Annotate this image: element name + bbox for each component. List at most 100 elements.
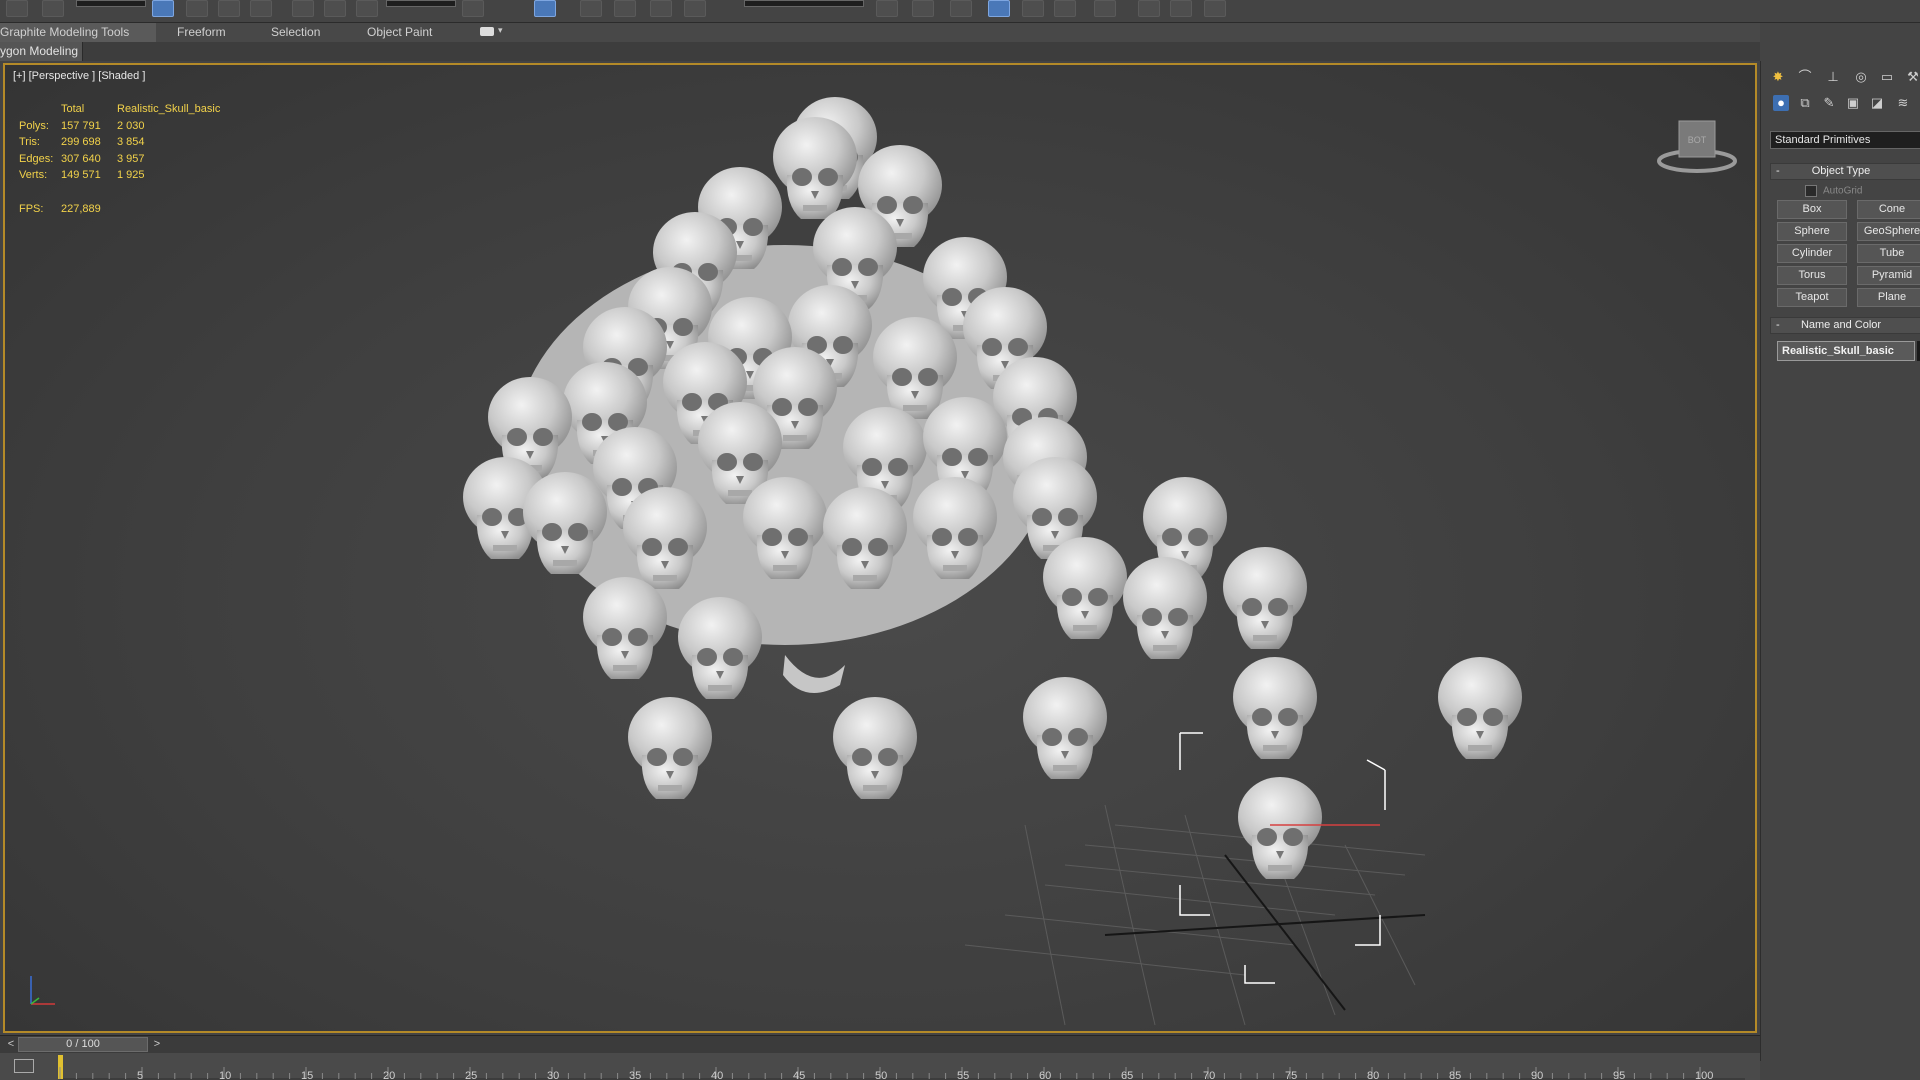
ruler-tick-label: 90 [1531, 1070, 1543, 1080]
pivot-icon[interactable] [462, 0, 484, 17]
hierarchy-tab-icon[interactable]: ⊥ [1825, 69, 1841, 85]
time-next-button[interactable]: > [150, 1036, 164, 1053]
ruler-tick-label: 50 [875, 1070, 887, 1080]
command-panel-tabs: ✸ ⌒ ⊥ ◎ ▭ ⚒ [1761, 65, 1920, 89]
ruler-tick-label: 75 [1285, 1070, 1297, 1080]
rect-region-icon[interactable] [218, 0, 240, 17]
tab-object-paint[interactable]: Object Paint [367, 23, 432, 42]
time-prev-button[interactable]: < [4, 1036, 18, 1053]
chevron-down-icon[interactable]: ▾ [498, 25, 503, 36]
move-icon[interactable] [292, 0, 314, 17]
scene-render[interactable] [5, 65, 1755, 1031]
plane-button[interactable]: Plane [1857, 288, 1920, 307]
ruler-tick-label: 25 [465, 1070, 477, 1080]
ruler-tick-label: 60 [1039, 1070, 1051, 1080]
tab-selection[interactable]: Selection [271, 23, 320, 42]
sphere-button[interactable]: Sphere [1777, 222, 1847, 241]
percent-snap-icon[interactable] [650, 0, 672, 17]
lights-subtab-icon[interactable]: ✎ [1821, 95, 1837, 111]
create-subtabs: ● ⧉ ✎ ▣ ◪ ≋ [1761, 91, 1920, 115]
helpers-subtab-icon[interactable]: ◪ [1869, 95, 1885, 111]
undo-icon[interactable] [6, 0, 28, 17]
ruler-tick-label: 65 [1121, 1070, 1133, 1080]
motion-tab-icon[interactable]: ◎ [1853, 69, 1869, 85]
object-type-rollout[interactable]: - Object Type [1770, 163, 1920, 180]
manipulate-icon[interactable] [534, 0, 556, 17]
checkbox-icon [1805, 185, 1817, 197]
layer-icon[interactable] [950, 0, 972, 17]
geometry-subtab-icon[interactable]: ● [1773, 95, 1789, 111]
polygon-modeling-panel-label[interactable]: ygon Modeling [0, 42, 84, 61]
torus-button[interactable]: Torus [1777, 266, 1847, 285]
spacewarps-subtab-icon[interactable]: ≋ [1895, 95, 1911, 111]
teapot-button[interactable]: Teapot [1777, 288, 1847, 307]
object-name-field[interactable]: Realistic_Skull_basic [1777, 341, 1915, 361]
ruler-tick-label: 15 [301, 1070, 313, 1080]
render-frame-icon[interactable] [1170, 0, 1192, 17]
track-bar[interactable]: 5 10 15 20 25 30 35 40 45 50 55 60 65 70 75 80 85 90 95 100 [0, 1053, 1760, 1080]
command-panel: ✸ ⌒ ⊥ ◎ ▭ ⚒ ● ⧉ ✎ ▣ ◪ ≋ Standard Primiti… [1760, 61, 1920, 1061]
name-and-color-rollout[interactable]: - Name and Color [1770, 317, 1920, 334]
selection-set-field[interactable] [76, 0, 146, 7]
loose-skulls [583, 577, 1522, 799]
pyramid-button[interactable]: Pyramid [1857, 266, 1920, 285]
window-crossing-icon[interactable] [250, 0, 272, 17]
tab-graphite-modeling-tools[interactable]: Graphite Modeling Tools [0, 23, 156, 42]
named-selection-dropdown[interactable] [744, 0, 864, 7]
graphite-toggle-icon[interactable] [988, 0, 1010, 17]
viewcube[interactable]: BOT [1657, 105, 1737, 175]
ribbon-panel-bar: ygon Modeling [0, 42, 1760, 61]
select-icon[interactable] [152, 0, 174, 17]
redo-icon[interactable] [42, 0, 64, 17]
name-and-color-title: Name and Color [1800, 319, 1882, 331]
ribbon-options-icon[interactable] [480, 27, 494, 36]
curve-editor-icon[interactable] [1022, 0, 1044, 17]
display-tab-icon[interactable]: ▭ [1879, 69, 1895, 85]
cone-button[interactable]: Cone [1857, 200, 1920, 219]
ruler-tick-label: 70 [1203, 1070, 1215, 1080]
ruler-tick-label: 95 [1613, 1070, 1625, 1080]
selected-skull [1179, 732, 1386, 984]
perspective-viewport[interactable]: [+] [Perspective ] [Shaded ] Total Reali… [3, 63, 1757, 1033]
schematic-icon[interactable] [1054, 0, 1076, 17]
ruler-tick-label: 100 [1695, 1070, 1713, 1080]
snap-icon[interactable] [580, 0, 602, 17]
object-type-title: Object Type [1811, 165, 1871, 177]
ruler-tick-label: 35 [629, 1070, 641, 1080]
box-button[interactable]: Box [1777, 200, 1847, 219]
mirror-icon[interactable] [876, 0, 898, 17]
spinner-snap-icon[interactable] [684, 0, 706, 17]
main-toolbar [0, 0, 1920, 23]
angle-snap-icon[interactable] [614, 0, 636, 17]
tab-freeform[interactable]: Freeform [177, 23, 226, 42]
axis-tripod [30, 976, 55, 1005]
create-tab-icon[interactable]: ✸ [1770, 69, 1786, 85]
geosphere-button[interactable]: GeoSphere [1857, 222, 1920, 241]
scale-icon[interactable] [356, 0, 378, 17]
shapes-subtab-icon[interactable]: ⧉ [1797, 95, 1813, 111]
select-by-name-icon[interactable] [186, 0, 208, 17]
reference-coord-dropdown[interactable] [386, 0, 456, 7]
render-setup-icon[interactable] [1138, 0, 1160, 17]
cylinder-button[interactable]: Cylinder [1777, 244, 1847, 263]
rotate-icon[interactable] [324, 0, 346, 17]
align-icon[interactable] [912, 0, 934, 17]
category-dropdown[interactable]: Standard Primitives [1770, 131, 1920, 149]
ruler-tick-label: 40 [711, 1070, 723, 1080]
material-editor-icon[interactable] [1094, 0, 1116, 17]
ruler-tick-label: 45 [793, 1070, 805, 1080]
ruler-tick-label: 5 [137, 1070, 143, 1080]
render-icon[interactable] [1204, 0, 1226, 17]
autogrid-label: AutoGrid [1823, 185, 1863, 197]
time-slider[interactable]: 0 / 100 [18, 1037, 148, 1052]
viewcube-face-label: BOT [1688, 135, 1707, 145]
cameras-subtab-icon[interactable]: ▣ [1845, 95, 1861, 111]
ruler-tick-label: 20 [383, 1070, 395, 1080]
ribbon: Graphite Modeling Tools Freeform Selecti… [0, 23, 1760, 42]
modify-tab-icon[interactable]: ⌒ [1797, 69, 1813, 85]
autogrid-checkbox[interactable]: AutoGrid [1805, 185, 1862, 197]
tube-button[interactable]: Tube [1857, 244, 1920, 263]
track-ruler: 5 10 15 20 25 30 35 40 45 50 55 60 65 70 75 80 85 90 95 100 [58, 1055, 1745, 1080]
utilities-tab-icon[interactable]: ⚒ [1905, 69, 1920, 85]
ruler-tick-label: 55 [957, 1070, 969, 1080]
